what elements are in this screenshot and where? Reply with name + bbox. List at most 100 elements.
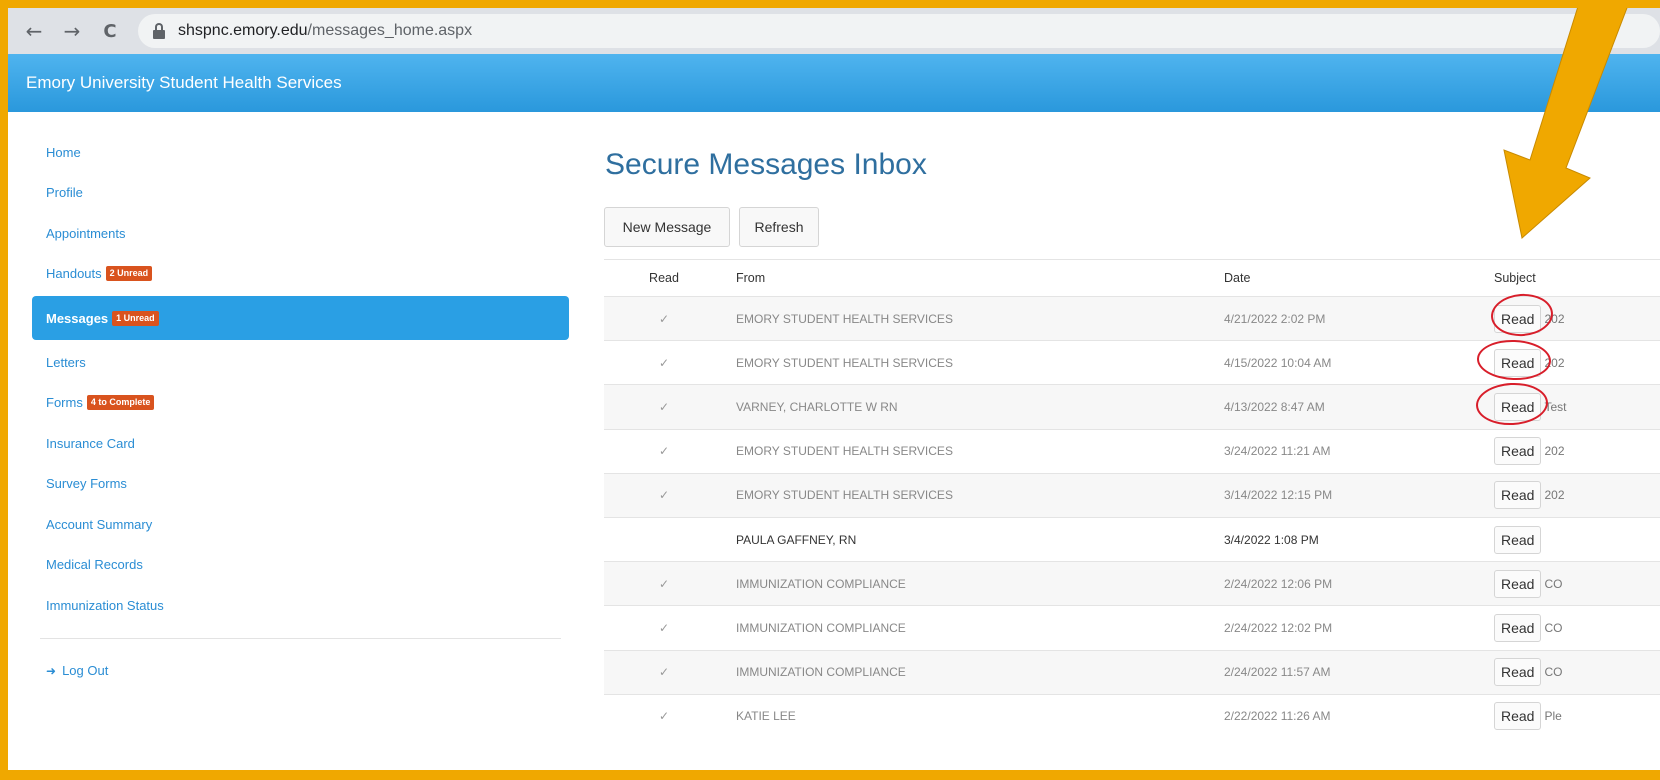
subject-cell: Read Test [1494,392,1567,421]
message-date: 4/13/2022 8:47 AM [1224,399,1325,414]
read-message-button[interactable]: Read [1494,348,1542,377]
sidebar-item-medical-records[interactable]: Medical Records [32,545,569,586]
message-subject: 202 [1544,311,1565,326]
read-message-button[interactable]: Read [1494,304,1542,333]
page-title: Secure Messages Inbox [605,148,927,181]
sidebar-item-messages[interactable]: Messages 1 Unread [32,296,569,340]
read-message-button[interactable]: Read [1494,658,1542,687]
address-bar[interactable]: shspnc.emory.edu/messages_home.aspx [138,14,1660,48]
reload-icon[interactable]: C [94,15,126,47]
read-message-button[interactable]: Read [1494,392,1542,421]
sidebar-item-immunization-status[interactable]: Immunization Status [32,585,569,626]
new-message-button[interactable]: New Message [604,207,730,247]
sidebar-item-profile[interactable]: Profile [32,173,569,214]
logout-icon: ➜ [46,663,57,678]
subject-cell: Read CO [1494,658,1562,687]
table-row[interactable]: ✓ EMORY STUDENT HEALTH SERVICES 4/21/2022 … [604,296,1660,341]
subject-cell: Read CO [1494,569,1563,598]
message-subject: CO [1544,576,1563,591]
refresh-button[interactable]: Refresh [739,207,819,247]
message-sender: VARNEY, CHARLOTTE W RN [736,399,898,414]
sidebar-divider [40,637,561,639]
sidebar-item-label: Forms [46,395,83,411]
sidebar-item-label: Survey Forms [46,476,127,492]
read-checkmark-icon: ✓ [658,665,670,680]
sidebar-item-appointments[interactable]: Appointments [32,213,569,254]
message-date: 2/24/2022 11:57 AM [1224,665,1331,680]
table-row[interactable]: PAULA GAFFNEY, RN 3/4/2022 1:08 PM Read [604,517,1660,561]
sidebar-item-logout[interactable]: ➜ Log Out [32,651,569,692]
url-host: shspnc.emory.edu [178,22,308,39]
table-row[interactable]: ✓ EMORY STUDENT HEALTH SERVICES 3/24/2022 … [604,428,1660,473]
message-date: 4/15/2022 10:04 AM [1224,355,1332,370]
table-row[interactable]: ✓ VARNEY, CHARLOTTE W RN 4/13/2022 8:47 AM… [604,384,1660,429]
message-date: 3/4/2022 1:08 PM [1224,532,1319,547]
message-subject: 202 [1544,488,1565,503]
subject-cell: Read 202 [1494,304,1565,333]
sidebar-item-label: Letters [46,354,86,370]
read-message-button[interactable]: Read [1494,525,1542,554]
sidebar-item-home[interactable]: Home [32,132,569,173]
table-row[interactable]: ✓ EMORY STUDENT HEALTH SERVICES 4/15/2022 … [604,340,1660,384]
table-row[interactable]: ✓ IMMUNIZATION COMPLIANCE 2/24/2022 12:02 … [604,605,1660,649]
message-sender: EMORY STUDENT HEALTH SERVICES [736,444,953,459]
message-subject: 202 [1544,444,1565,459]
table-row[interactable]: ✓ IMMUNIZATION COMPLIANCE 2/24/2022 12:06 … [604,561,1660,606]
sidebar-item-survey-forms[interactable]: Survey Forms [32,464,569,505]
sidebar-item-forms[interactable]: Forms 4 to Complete [32,383,569,424]
subject-cell: Read [1494,525,1544,554]
subject-cell: Read 202 [1494,348,1565,377]
read-checkmark-icon: ✓ [658,355,670,370]
forward-arrow-icon[interactable]: → [56,15,88,47]
message-subject: CO [1544,620,1563,635]
sidebar-item-label: Immunization Status [46,597,164,613]
message-subject: Ple [1544,709,1562,724]
message-sender: IMMUNIZATION COMPLIANCE [736,665,906,680]
url-path: /messages_home.aspx [307,22,473,39]
message-date: 4/21/2022 2:02 PM [1224,311,1326,326]
sidebar-item-label: Home [46,144,81,160]
column-header-read[interactable]: Read [644,271,684,285]
read-message-button[interactable]: Read [1494,702,1542,731]
lock-icon [152,23,166,39]
message-date: 3/24/2022 11:21 AM [1224,444,1331,459]
subject-cell: Read 202 [1494,481,1565,510]
back-arrow-icon[interactable]: ← [18,15,50,47]
sidebar-item-account-summary[interactable]: Account Summary [32,504,569,545]
message-sender: IMMUNIZATION COMPLIANCE [736,620,906,635]
subject-cell: Read CO [1494,613,1563,642]
app-title[interactable]: Emory University Student Health Services [26,73,342,93]
message-date: 3/14/2022 12:15 PM [1224,488,1333,503]
read-message-button[interactable]: Read [1494,613,1542,642]
read-message-button[interactable]: Read [1494,481,1542,510]
table-row[interactable]: ✓ IMMUNIZATION COMPLIANCE 2/24/2022 11:57 … [604,649,1660,694]
message-sender: KATIE LEE [736,709,796,724]
message-sender: IMMUNIZATION COMPLIANCE [736,576,906,591]
sidebar-item-label: Medical Records [46,557,143,573]
app-header: Emory University Student Health Services [8,54,1660,112]
column-header-subject[interactable]: Subject [1494,271,1536,285]
sidebar-nav: Home Profile Appointments Handouts 2 Unre… [32,132,569,691]
read-checkmark-icon: ✓ [658,311,670,326]
table-row[interactable]: ✓ EMORY STUDENT HEALTH SERVICES 3/14/2022 … [604,472,1660,517]
sidebar-item-letters[interactable]: Letters [32,342,569,383]
read-message-button[interactable]: Read [1494,437,1542,466]
sidebar-item-insurance-card[interactable]: Insurance Card [32,423,569,464]
sidebar-item-handouts[interactable]: Handouts 2 Unread [32,254,569,295]
read-checkmark-icon: ✓ [658,576,670,591]
sidebar-item-label: Account Summary [46,516,153,532]
column-header-from[interactable]: From [736,271,765,285]
column-header-date[interactable]: Date [1224,271,1250,285]
message-date: 2/24/2022 12:06 PM [1224,576,1333,591]
browser-toolbar: ← → C shspnc.emory.edu/messages_home.asp… [8,8,1660,54]
message-subject: Test [1544,399,1567,414]
read-message-button[interactable]: Read [1494,569,1542,598]
read-checkmark-icon: ✓ [658,709,670,724]
message-date: 2/24/2022 12:02 PM [1224,620,1333,635]
read-checkmark-icon: ✓ [658,444,670,459]
message-subject: 202 [1544,355,1565,370]
subject-cell: Read 202 [1494,437,1565,466]
sidebar-item-label: Insurance Card [46,435,135,451]
sidebar-item-label: Messages [46,310,109,326]
table-row[interactable]: ✓ KATIE LEE 2/22/2022 11:26 AM Read Ple [604,693,1660,738]
